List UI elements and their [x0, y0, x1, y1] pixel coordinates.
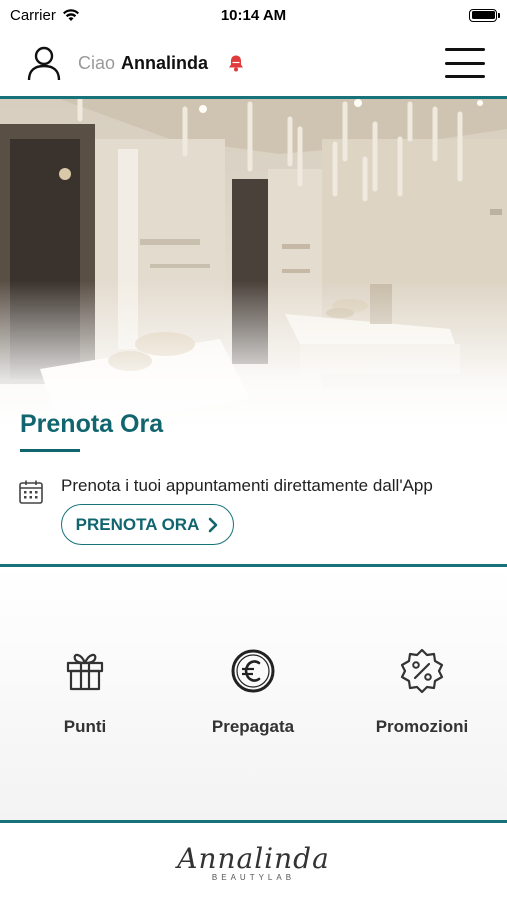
chevron-right-icon	[209, 517, 218, 532]
hamburger-menu-icon[interactable]	[445, 48, 485, 78]
hero-fade	[0, 99, 507, 429]
logo-subtitle: BEAUTYLAB	[211, 872, 296, 882]
gift-icon	[66, 653, 104, 691]
euro-icon	[231, 649, 275, 693]
wifi-icon	[62, 9, 79, 21]
carrier-label: Carrier	[10, 6, 56, 24]
app-header: Ciao Annalinda	[0, 30, 507, 96]
greeting: Ciao Annalinda	[78, 53, 208, 74]
feature-label: Punti	[63, 717, 107, 736]
title-underline	[20, 449, 80, 452]
booking-info: Prenota i tuoi appuntamenti direttamente…	[18, 476, 433, 505]
user-name: Annalinda	[121, 52, 209, 73]
feature-label: Promozioni	[375, 717, 469, 736]
logo-script: Annalinda	[177, 841, 330, 875]
battery-icon	[469, 8, 500, 22]
prenota-ora-label: PRENOTA ORA	[75, 514, 200, 534]
prenota-ora-button[interactable]: PRENOTA ORA	[61, 504, 234, 545]
footer-logo: Annalinda BEAUTYLAB	[0, 823, 507, 900]
booking-description: Prenota i tuoi appuntamenti direttamente…	[61, 476, 433, 495]
calendar-icon	[19, 480, 43, 504]
discount-badge-icon	[400, 648, 444, 694]
status-bar: Carrier 10:14 AM	[0, 0, 507, 30]
greeting-prefix: Ciao	[78, 52, 116, 73]
bell-icon[interactable]	[226, 53, 246, 73]
user-icon[interactable]	[26, 45, 62, 81]
booking-title: Prenota Ora	[20, 410, 164, 438]
feature-label: Prepagata	[211, 717, 295, 736]
feature-prepagata[interactable]: Prepagata	[168, 647, 338, 737]
feature-punti[interactable]: Punti	[0, 647, 170, 737]
feature-promozioni[interactable]: Promozioni	[337, 647, 507, 737]
status-left: Carrier	[10, 7, 80, 24]
features-panel: Punti Prepagata Promozioni	[0, 567, 507, 820]
hero-image	[0, 99, 507, 429]
